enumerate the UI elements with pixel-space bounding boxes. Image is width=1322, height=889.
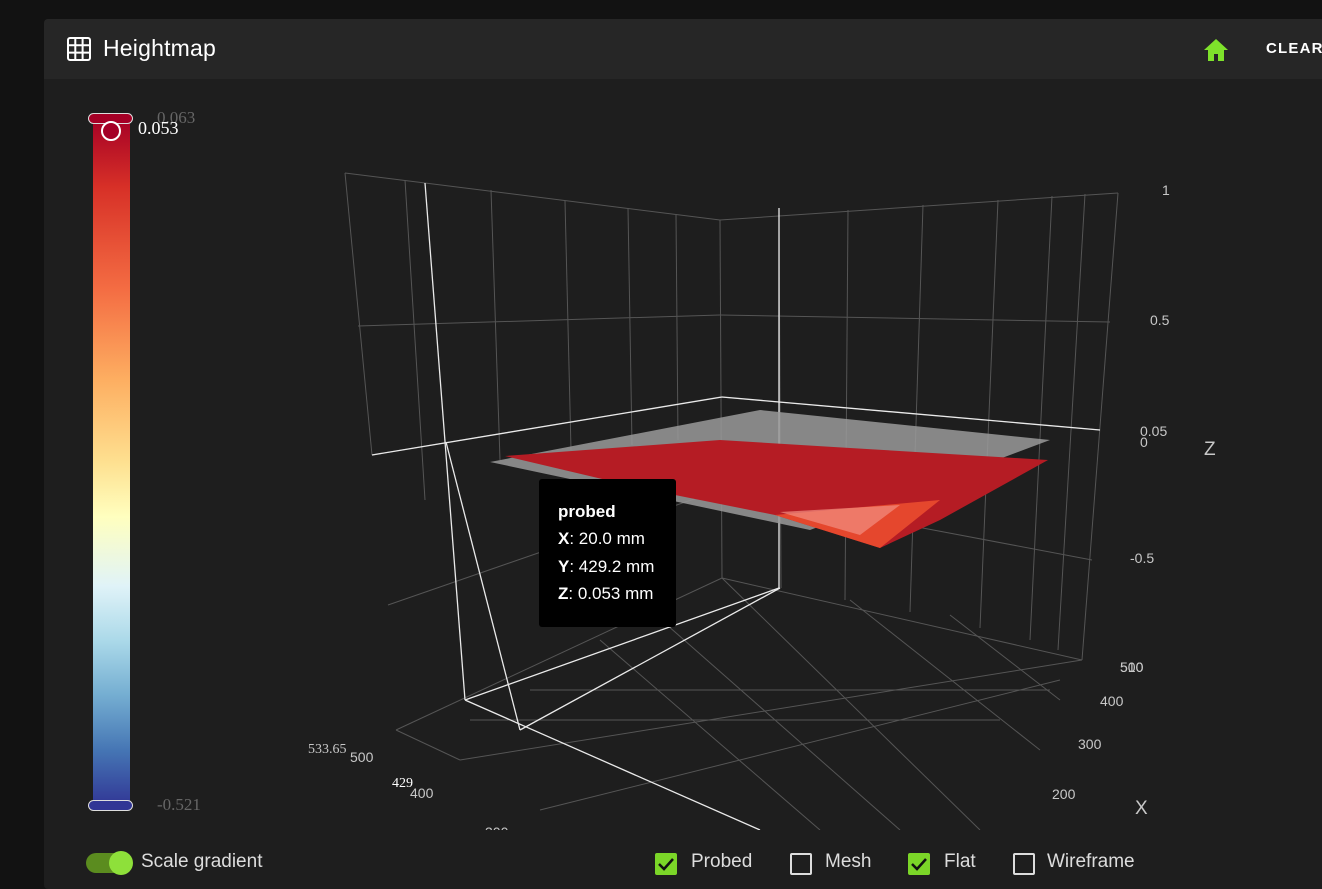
grid-icon: [67, 37, 91, 61]
probed-checkbox[interactable]: [655, 853, 677, 875]
card-header: Heightmap CLEAR: [44, 19, 1322, 79]
scale-max-label: 0.053: [138, 118, 179, 138]
home-icon[interactable]: [1202, 37, 1230, 63]
page-title: Heightmap: [103, 35, 217, 61]
tooltip-y: Y: 429.2 mm: [558, 557, 654, 577]
x-tick-400: 400: [1100, 693, 1124, 709]
flat-label: Flat: [944, 851, 976, 872]
tooltip-x-label: X: [558, 529, 570, 548]
x-tick-300: 300: [1078, 736, 1102, 752]
z-tick-0: 0: [1140, 434, 1148, 450]
z-tick-neg-0-5: -0.5: [1130, 550, 1154, 566]
slider-thumb[interactable]: [101, 121, 121, 141]
tooltip-x: X: 20.0 mm: [558, 529, 645, 549]
tooltip-z-label: Z: [558, 584, 569, 603]
clear-button[interactable]: CLEAR: [1266, 40, 1322, 57]
color-scale-gradient[interactable]: [93, 118, 130, 806]
switch-knob: [109, 851, 133, 875]
x-tick-overlay: 510: [1120, 659, 1144, 675]
check-icon: [658, 858, 674, 871]
mesh-checkbox[interactable]: [790, 853, 812, 875]
z-tick-1: 1: [1162, 182, 1170, 198]
scale-gradient-label: Scale gradient: [141, 851, 263, 872]
y-tick-300: 300: [485, 824, 509, 830]
tooltip-z-value: : 0.053 mm: [568, 584, 654, 603]
heightmap-3d-plot[interactable]: 1 0.5 0.05 0 -0.5 Z 500 510 400 300 200 …: [280, 160, 1322, 830]
scale-gradient-switch[interactable]: [86, 851, 133, 875]
mesh-label: Mesh: [825, 851, 872, 872]
probed-label: Probed: [691, 851, 753, 872]
tooltip-z: Z: 0.053 mm: [558, 584, 653, 604]
flat-checkbox[interactable]: [908, 853, 930, 875]
y-tick-400: 400: [410, 785, 434, 801]
x-axis-title: X: [1135, 798, 1148, 819]
y-tick-500: 500: [350, 749, 374, 765]
tooltip-y-value: : 429.2 mm: [569, 557, 655, 576]
tooltip-y-label: Y: [558, 557, 570, 576]
y-tick-533: 533.65: [308, 742, 347, 757]
scale-min-handle[interactable]: [88, 800, 133, 811]
z-axis-title: Z: [1204, 439, 1216, 460]
wireframe-label: Wireframe: [1047, 851, 1135, 872]
x-tick-200: 200: [1052, 786, 1076, 802]
wireframe-checkbox[interactable]: [1013, 853, 1035, 875]
hover-tooltip: probed X: 20.0 mm Y: 429.2 mm Z: 0.053 m…: [539, 479, 676, 627]
z-tick-0-5: 0.5: [1150, 312, 1170, 328]
check-icon: [911, 858, 927, 871]
tooltip-x-value: : 20.0 mm: [569, 529, 645, 548]
scale-min-label: -0.521: [157, 795, 201, 814]
tooltip-title: probed: [558, 502, 616, 521]
